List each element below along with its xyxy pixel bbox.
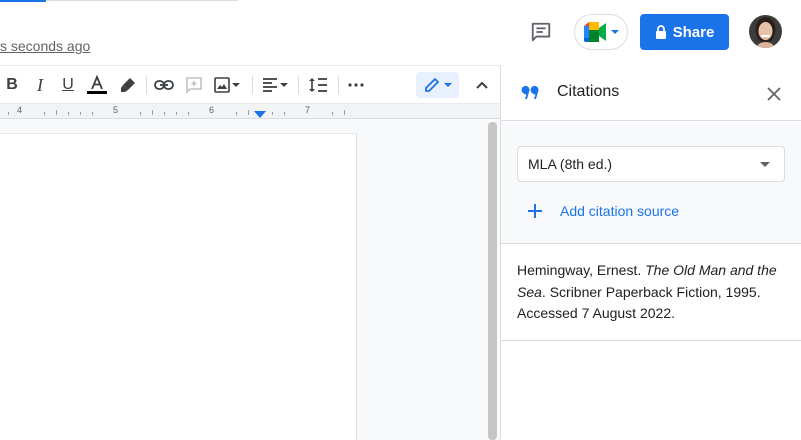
ruler-tick [236,112,237,115]
chevron-down-icon [611,30,619,34]
last-edit-link[interactable]: s seconds ago [0,38,90,54]
line-spacing-button[interactable] [304,66,332,104]
citation-divider [501,340,801,341]
editing-mode-button[interactable] [416,72,459,98]
citation-style-select[interactable]: MLA (8th ed.) [517,146,785,182]
avatar-image [749,15,782,48]
highlight-color-button[interactable] [116,66,140,104]
insert-image-button[interactable] [210,66,244,104]
share-button[interactable]: Share [640,14,729,50]
add-comment-icon [186,77,202,94]
italic-button[interactable]: I [29,66,51,104]
ruler-tick [92,112,93,115]
ruler-tick [68,112,69,115]
line-spacing-icon [309,78,327,92]
ruler-tick [164,112,165,115]
ruler-number: 7 [305,105,311,115]
ruler-tick [284,112,285,115]
hide-menus-button[interactable] [470,66,494,104]
ruler-tick [248,110,249,115]
bold-button[interactable]: B [2,66,22,104]
align-button[interactable] [258,66,292,104]
document-scrollbar[interactable] [488,122,497,440]
italic-icon: I [37,74,43,95]
add-citation-source-label: Add citation source [560,203,680,219]
toolbar-divider [298,76,299,94]
ruler-number: 5 [113,105,119,115]
meet-button[interactable] [574,14,628,50]
ruler-tick [344,110,345,115]
title-underline [46,0,238,1]
toolbar-divider [338,76,339,94]
add-citation-source-button[interactable]: Add citation source [526,198,679,224]
document-page[interactable] [0,133,357,440]
align-left-icon [263,78,277,92]
chevron-down-icon [232,83,240,87]
ruler-tick [140,112,141,115]
toolbar-divider [146,76,147,94]
formatting-toolbar: B I U [0,65,500,104]
close-citations-button[interactable] [762,82,786,106]
image-icon [214,77,230,93]
ruler-tick [8,112,9,115]
ruler-number: 6 [209,105,215,115]
citations-panel-title: Citations [557,83,620,100]
account-avatar[interactable] [749,15,782,48]
citation-quote-icon [521,85,539,99]
ruler-tick [152,110,153,115]
horizontal-ruler: 4 5 6 7 [0,103,500,119]
insert-link-button[interactable] [152,66,176,104]
close-icon [767,87,781,101]
pencil-icon [424,78,439,92]
title-underline-active [0,0,46,2]
ruler-tick [80,112,81,115]
dropdown-caret-icon [760,162,770,167]
ruler-tick [176,112,177,115]
citation-settings-area [501,122,801,244]
ruler-tick [56,110,57,115]
more-options-button[interactable] [344,66,368,104]
add-comment-button[interactable] [182,66,206,104]
ruler-tick [332,112,333,115]
citation-entry[interactable]: Hemingway, Ernest. The Old Man and the S… [517,260,787,325]
ruler-tick [44,112,45,115]
citation-author: Hemingway, Ernest. [517,262,642,278]
highlighter-icon [121,78,135,92]
underline-button[interactable]: U [57,66,79,104]
chevron-down-icon [443,83,452,87]
bold-icon: B [6,76,18,93]
comment-icon [531,22,551,42]
more-horizontal-icon [348,83,364,87]
lock-icon [655,25,666,39]
ruler-tick [272,112,273,115]
citations-panel-header [501,65,801,121]
chevron-up-icon [476,81,488,89]
citation-style-value: MLA (8th ed.) [528,156,613,172]
link-icon [154,80,174,90]
text-color-icon [87,74,107,94]
toolbar-divider [252,76,253,94]
share-label: Share [672,23,715,41]
comment-history-button[interactable] [526,18,556,46]
right-indent-marker[interactable] [254,111,266,118]
google-meet-icon [584,22,606,42]
ruler-tick [188,112,189,115]
chevron-down-icon [280,83,288,87]
plus-icon [528,204,542,218]
text-color-button[interactable] [85,66,109,104]
ruler-number: 4 [17,105,23,115]
underline-icon: U [62,76,74,93]
citation-publication-details: . Scribner Paperback Fiction, 1995. Acce… [517,283,761,322]
